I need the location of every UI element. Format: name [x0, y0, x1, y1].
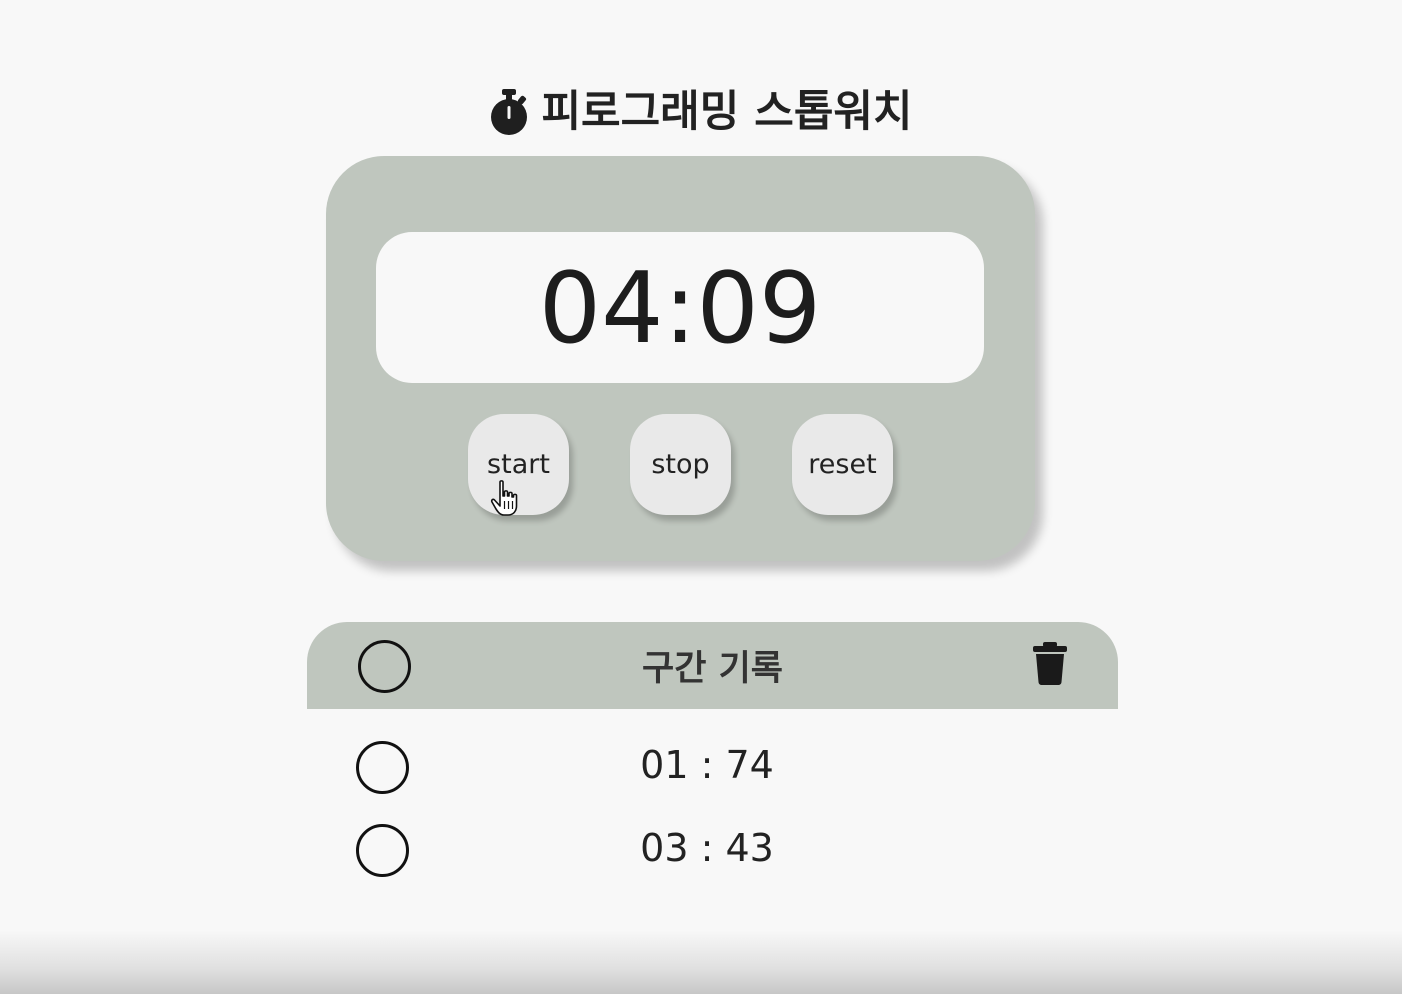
select-all-checkbox[interactable] — [358, 640, 411, 693]
page-title-text: 피로그래밍 스톱워치 — [541, 87, 913, 137]
time-display: 04:09 — [376, 232, 984, 383]
lap-time: 01 : 74 — [640, 743, 774, 787]
lap-record-row: 01 : 74 — [307, 737, 1118, 797]
bottom-shadow — [0, 930, 1402, 994]
stopwatch-panel: 04:09 start stop reset — [326, 156, 1035, 561]
lap-records-header: 구간 기록 — [307, 622, 1118, 709]
start-button[interactable]: start — [468, 414, 569, 515]
page-title: 피로그래밍 스톱워치 — [0, 82, 1402, 142]
trash-icon — [1033, 642, 1067, 685]
reset-button[interactable]: reset — [792, 414, 893, 515]
stopwatch-icon — [491, 89, 528, 135]
lap-time: 03 : 43 — [640, 826, 774, 870]
lap-records-title: 구간 기록 — [642, 649, 783, 689]
lap-record-row: 03 : 43 — [307, 820, 1118, 880]
elapsed-time: 04:09 — [538, 251, 822, 366]
delete-button[interactable] — [1030, 640, 1070, 686]
stop-button[interactable]: stop — [630, 414, 731, 515]
